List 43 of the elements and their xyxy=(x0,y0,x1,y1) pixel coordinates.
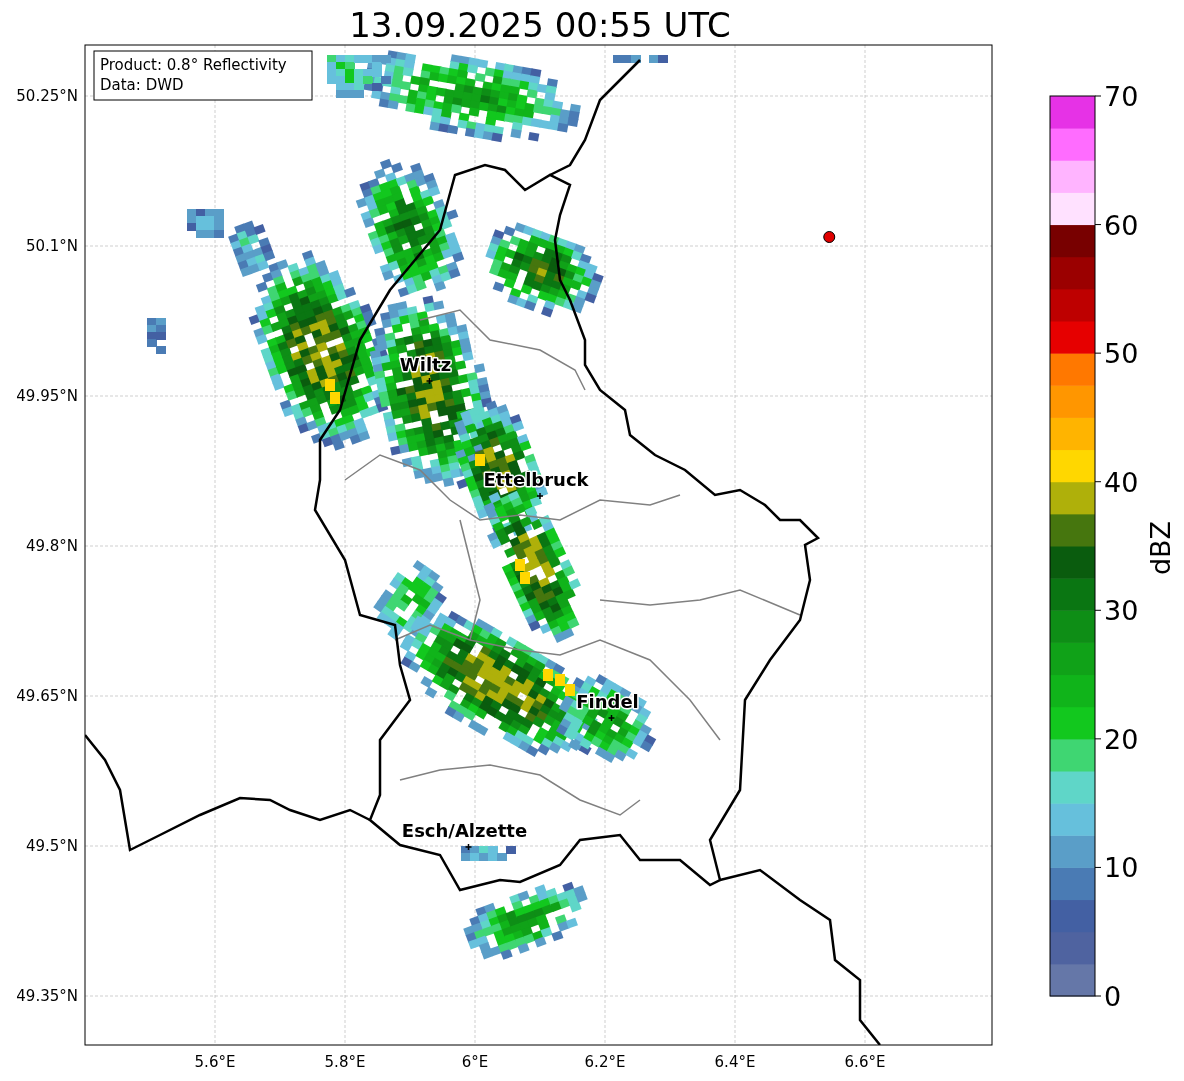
radar-site-marker xyxy=(823,231,836,243)
latitude-label: 49.8°N xyxy=(25,537,78,555)
city-marker-icon xyxy=(536,492,544,500)
latitude-label: 49.35°N xyxy=(16,987,78,1005)
rain-echo xyxy=(461,846,516,861)
colorbar-tick-label: 70 xyxy=(1104,81,1139,112)
rain-echo-core xyxy=(330,392,340,404)
colorbar-tick-label: 50 xyxy=(1104,338,1139,370)
rain-echo xyxy=(613,55,668,63)
rain-echo xyxy=(147,318,166,354)
plot-title: 13.09.2025 00:55 UTC xyxy=(349,5,731,45)
colorbar-tick-label: 10 xyxy=(1104,852,1139,884)
colorbar-label: dBZ xyxy=(1145,520,1176,576)
colorbar-tick-label: 60 xyxy=(1104,209,1139,241)
longitude-label: 6.2°E xyxy=(584,1053,626,1071)
longitude-label: 5.6°E xyxy=(194,1053,236,1071)
rain-echo xyxy=(187,209,224,238)
city-marker-icon xyxy=(607,714,616,722)
latitude-label: 50.1°N xyxy=(25,237,78,255)
latitude-label: 49.65°N xyxy=(16,687,78,705)
colorbar-tick-label: 0 xyxy=(1104,981,1122,1012)
rain-echo-core xyxy=(515,559,525,571)
city-label: Esch/Alzette xyxy=(401,820,528,841)
rain-echo-core xyxy=(475,454,485,466)
rain-echo-core xyxy=(555,674,565,686)
colorbar-tick-label: 40 xyxy=(1104,466,1139,498)
rain-echo-core xyxy=(520,572,530,584)
longitude-label: 6.6°E xyxy=(844,1053,886,1071)
colorbar-tick-label: 30 xyxy=(1104,595,1139,627)
latitude-label: 50.25°N xyxy=(16,87,78,105)
latitude-label: 49.95°N xyxy=(16,387,78,405)
longitude-label: 5.8°E xyxy=(324,1053,366,1071)
rain-echo-core xyxy=(325,379,335,391)
longitude-label: 6.4°E xyxy=(714,1053,756,1071)
info-text: Data: DWD xyxy=(100,76,184,94)
rain-echo-core xyxy=(565,684,575,696)
city-marker-icon xyxy=(425,377,434,385)
latitude-label: 49.5°N xyxy=(25,837,78,855)
city-marker-icon xyxy=(464,843,473,851)
info-text: Product: 0.8° Reflectivity xyxy=(100,56,287,74)
longitude-label: 6°E xyxy=(461,1053,489,1071)
colorbar-tick-label: 20 xyxy=(1104,723,1139,755)
rain-echo-core xyxy=(543,669,553,681)
